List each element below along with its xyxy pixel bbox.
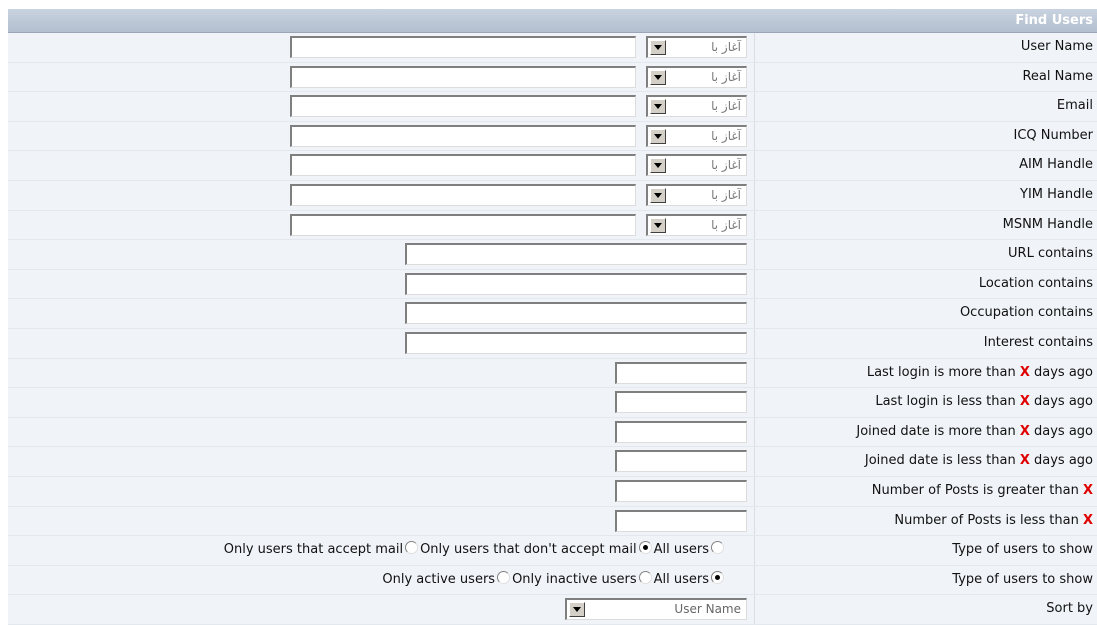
accept-mail-radio[interactable] bbox=[405, 541, 419, 555]
form-row-icq-number: آغاز با ICQ Number bbox=[8, 121, 1097, 152]
form-row-interest: Interest contains bbox=[8, 328, 1097, 359]
mail-filter-radio-group: Only users that accept mail Only users th… bbox=[224, 541, 726, 557]
joined-more-input[interactable] bbox=[615, 420, 747, 443]
field-label: URL contains bbox=[1008, 246, 1093, 262]
yim-handle-input[interactable] bbox=[290, 183, 636, 206]
joined-less-input[interactable] bbox=[615, 450, 747, 473]
user-name-input[interactable] bbox=[290, 36, 636, 58]
icq-number-input[interactable] bbox=[290, 124, 636, 147]
posts-less-input[interactable] bbox=[615, 509, 747, 532]
chevron-down-icon[interactable] bbox=[650, 69, 666, 85]
field-label: Occupation contains bbox=[959, 305, 1093, 321]
all-users-active-radio[interactable] bbox=[711, 570, 724, 584]
icq-match-select[interactable]: آغاز با bbox=[646, 124, 747, 147]
form-row-location: Location contains bbox=[8, 269, 1097, 300]
form-row-last-login-less: Last login is less than X days ago bbox=[8, 388, 1097, 418]
form-row-joined-less: Joined date is less than X days ago bbox=[8, 447, 1097, 477]
last-login-less-input[interactable] bbox=[615, 391, 747, 414]
chevron-down-icon[interactable] bbox=[569, 602, 585, 618]
posts-greater-input[interactable] bbox=[615, 479, 747, 502]
sort-by-select[interactable]: User Name bbox=[565, 598, 747, 621]
all-users-mail-radio[interactable] bbox=[711, 541, 724, 555]
interest-input[interactable] bbox=[405, 331, 747, 354]
field-label: Real Name bbox=[1022, 68, 1093, 84]
field-label: YIM Handle bbox=[1020, 186, 1093, 202]
form-row-yim-handle: آغاز با YIM Handle bbox=[8, 180, 1097, 211]
form-row-mail-filter: Only users that accept mail Only users th… bbox=[8, 536, 1097, 566]
no-mail-radio[interactable] bbox=[638, 541, 652, 555]
chevron-down-icon[interactable] bbox=[650, 40, 666, 55]
user-name-match-select[interactable]: آغاز با bbox=[646, 36, 747, 58]
field-label: Joined date is more than X days ago bbox=[856, 423, 1093, 439]
chevron-down-icon[interactable] bbox=[650, 128, 666, 144]
inactive-users-radio[interactable] bbox=[638, 570, 652, 584]
field-label: MSNM Handle bbox=[1002, 216, 1093, 232]
form-row-joined-more: Joined date is more than X days ago bbox=[8, 417, 1097, 448]
msnm-match-select[interactable]: آغاز با bbox=[646, 213, 747, 236]
chevron-down-icon[interactable] bbox=[650, 158, 666, 174]
form-row-aim-handle: آغاز با AIM Handle bbox=[8, 151, 1097, 181]
form-row-email: آغاز با Email bbox=[8, 92, 1097, 122]
email-match-select[interactable]: آغاز با bbox=[646, 95, 747, 118]
form-row-posts-greater: Number of Posts is greater than X bbox=[8, 476, 1097, 507]
active-filter-radio-group: Only active users Only inactive users All … bbox=[382, 570, 726, 587]
form-row-last-login-more: Last login is more than X days ago bbox=[8, 358, 1097, 389]
chevron-down-icon[interactable] bbox=[650, 187, 666, 203]
last-login-more-input[interactable] bbox=[615, 361, 747, 384]
field-label: Number of Posts is greater than X bbox=[871, 482, 1093, 498]
real-name-match-select[interactable]: آغاز با bbox=[646, 65, 747, 88]
field-label: Sort by bbox=[1046, 601, 1093, 617]
form-row-posts-less: Number of Posts is less than X bbox=[8, 506, 1097, 537]
msnm-handle-input[interactable] bbox=[290, 213, 636, 236]
aim-match-select[interactable]: آغاز با bbox=[646, 154, 747, 177]
page-title: Find Users bbox=[1015, 13, 1093, 28]
form-row-url: URL contains bbox=[8, 240, 1097, 270]
field-label: Joined date is less than X days ago bbox=[864, 453, 1093, 469]
yim-match-select[interactable]: آغاز با bbox=[646, 183, 747, 206]
url-input[interactable] bbox=[405, 243, 747, 266]
field-label: Email bbox=[1056, 98, 1093, 114]
form-row-active-filter: Only active users Only inactive users All … bbox=[8, 565, 1097, 596]
field-label: Last login is more than X days ago bbox=[866, 364, 1093, 380]
field-label: ICQ Number bbox=[1013, 127, 1094, 143]
field-label: Interest contains bbox=[983, 334, 1093, 350]
aim-handle-input[interactable] bbox=[290, 154, 636, 177]
real-name-input[interactable] bbox=[290, 65, 636, 88]
field-label: Number of Posts is less than X bbox=[894, 512, 1093, 528]
form-row-msnm-handle: آغاز با MSNM Handle bbox=[8, 210, 1097, 241]
field-label: AIM Handle bbox=[1019, 157, 1093, 173]
field-label: Last login is less than X days ago bbox=[875, 394, 1093, 410]
location-input[interactable] bbox=[405, 272, 747, 295]
field-label: User Name bbox=[1020, 39, 1093, 54]
form-row-sort: User Name Sort by bbox=[8, 595, 1097, 625]
form-row-user-name: آغاز با User Name bbox=[8, 33, 1097, 63]
find-users-form: Find Users آغاز با User Name آغاز با Rea… bbox=[8, 9, 1097, 625]
find-users-header: Find Users bbox=[8, 9, 1097, 33]
email-input[interactable] bbox=[290, 95, 636, 118]
chevron-down-icon[interactable] bbox=[650, 99, 666, 115]
chevron-down-icon[interactable] bbox=[650, 217, 666, 233]
field-label: Type of users to show bbox=[952, 571, 1093, 587]
field-label: Location contains bbox=[978, 275, 1093, 291]
form-row-real-name: آغاز با Real Name bbox=[8, 62, 1097, 93]
field-label: Type of users to show bbox=[952, 542, 1093, 558]
form-row-occupation: Occupation contains bbox=[8, 299, 1097, 329]
active-users-radio[interactable] bbox=[497, 570, 511, 584]
occupation-input[interactable] bbox=[405, 302, 747, 325]
